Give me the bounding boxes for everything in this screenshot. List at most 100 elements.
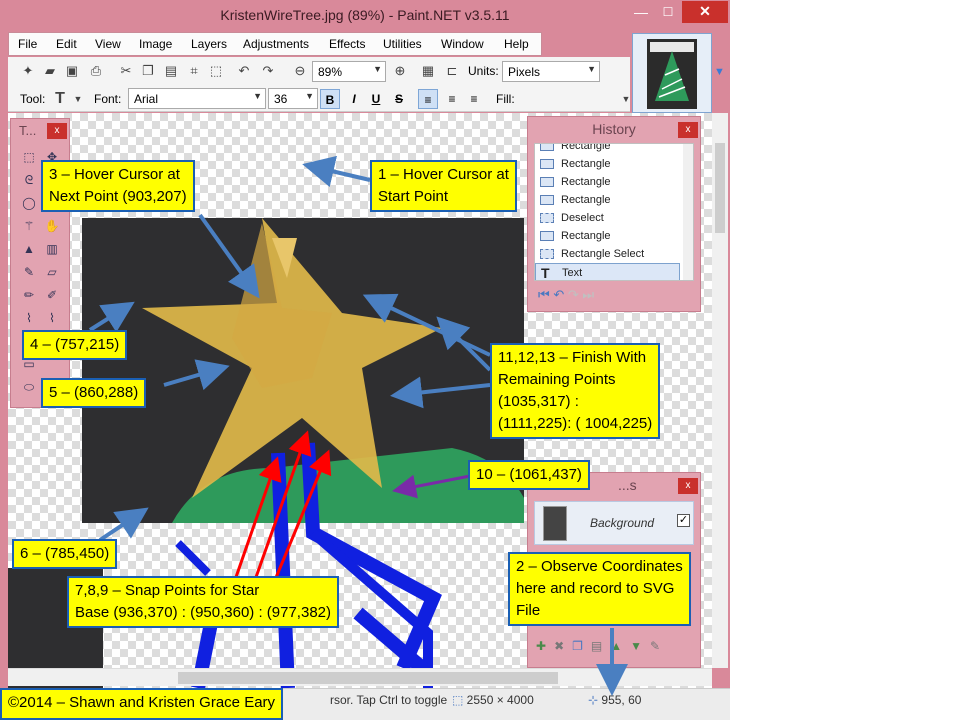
- history-item[interactable]: Rectangle: [535, 144, 680, 155]
- vertical-scroll-thumb[interactable]: [715, 143, 725, 233]
- gradient-icon[interactable]: ▥: [44, 241, 60, 257]
- align-center-icon[interactable]: ≡: [442, 89, 462, 109]
- menu-view[interactable]: View: [95, 37, 121, 51]
- horizontal-scrollbar[interactable]: [8, 668, 712, 686]
- history-item[interactable]: Rectangle: [535, 227, 680, 245]
- menu-layers[interactable]: Layers: [191, 37, 227, 51]
- layer-row[interactable]: Background ✓: [534, 501, 694, 545]
- menu-window[interactable]: Window: [441, 37, 484, 51]
- callout-steps-7-9: 7,8,9 – Snap Points for Star Base (936,3…: [67, 576, 339, 628]
- grid-icon[interactable]: ▦: [420, 63, 436, 79]
- history-item-label: Text: [562, 267, 583, 279]
- zoom-select[interactable]: 89% ▼: [312, 61, 386, 82]
- magic-wand-icon[interactable]: ⚚: [21, 218, 37, 234]
- paintbrush-icon[interactable]: ✎: [21, 264, 37, 280]
- color-picker-icon[interactable]: ⌇: [21, 310, 37, 326]
- undo-icon[interactable]: ↶: [236, 63, 252, 79]
- copy-icon[interactable]: ❐: [140, 63, 156, 79]
- menu-help[interactable]: Help: [504, 37, 529, 51]
- thumbnail-image: [647, 39, 697, 109]
- units-label: Units:: [468, 64, 499, 78]
- zoom-value: 89%: [318, 65, 343, 79]
- history-item[interactable]: Rectangle: [535, 155, 680, 173]
- move-up-icon[interactable]: ▲: [610, 639, 630, 653]
- menu-effects[interactable]: Effects: [329, 37, 365, 51]
- title-bar[interactable]: KristenWireTree.jpg (89%) - Paint.NET v3…: [0, 0, 730, 32]
- layer-visibility-checkbox[interactable]: ✓: [677, 514, 690, 527]
- crop-icon[interactable]: ⌗: [186, 63, 202, 79]
- copyright-notice: ©2014 – Shawn and Kristen Grace Eary: [0, 688, 284, 720]
- deselect-icon[interactable]: ⬚: [208, 63, 224, 79]
- menu-file[interactable]: File: [18, 37, 37, 51]
- paste-icon[interactable]: ▤: [163, 63, 179, 79]
- history-item-selected[interactable]: T Text: [535, 263, 680, 280]
- recolor-icon[interactable]: ⌇: [44, 310, 60, 326]
- chevron-down-icon[interactable]: ▼: [714, 66, 725, 78]
- history-item[interactable]: Rectangle: [535, 173, 680, 191]
- history-panel-close-button[interactable]: x: [678, 122, 698, 138]
- callout-step-1: 1 – Hover Cursor at Start Point: [370, 160, 517, 212]
- clone-stamp-icon[interactable]: ✐: [44, 287, 60, 303]
- bold-button[interactable]: B: [320, 89, 340, 109]
- text-tool-icon[interactable]: T: [52, 91, 68, 107]
- italic-button[interactable]: I: [344, 89, 364, 109]
- ruler-icon[interactable]: ⊏: [444, 63, 460, 79]
- add-layer-icon[interactable]: ✚: [536, 639, 554, 653]
- cut-icon[interactable]: ✂: [118, 63, 134, 79]
- redo-icon[interactable]: ↷: [568, 287, 579, 302]
- strikethrough-button[interactable]: S: [389, 89, 409, 109]
- vertical-scrollbar[interactable]: [712, 113, 728, 668]
- zoom-out-icon[interactable]: ⊖: [292, 63, 308, 79]
- lasso-icon[interactable]: ᘓ: [21, 172, 37, 188]
- horizontal-scroll-thumb[interactable]: [178, 672, 558, 684]
- delete-layer-icon[interactable]: ✖: [554, 639, 572, 653]
- font-select[interactable]: Arial ▼: [128, 88, 266, 109]
- align-left-icon[interactable]: ≡: [418, 89, 438, 109]
- maximize-button[interactable]: ☐: [655, 3, 681, 23]
- pencil-icon[interactable]: ✏: [21, 287, 37, 303]
- underline-button[interactable]: U: [366, 89, 386, 109]
- image-thumbnail-tab[interactable]: [632, 33, 712, 113]
- duplicate-layer-icon[interactable]: ❐: [572, 639, 591, 653]
- rectangle-icon: [540, 159, 554, 169]
- units-select[interactable]: Pixels ▼: [502, 61, 600, 82]
- move-down-icon[interactable]: ▼: [630, 639, 650, 653]
- print-icon[interactable]: ⎙: [88, 63, 104, 79]
- font-size-select[interactable]: 36 ▼: [268, 88, 318, 109]
- minimize-button[interactable]: —: [628, 3, 654, 23]
- zoom-in-icon[interactable]: ⊕: [392, 63, 408, 79]
- history-item[interactable]: Deselect: [535, 209, 680, 227]
- menu-image[interactable]: Image: [139, 37, 172, 51]
- history-item[interactable]: Rectangle: [535, 191, 680, 209]
- merge-layer-icon[interactable]: ▤: [591, 639, 610, 653]
- chevron-down-icon[interactable]: ▼: [70, 91, 86, 107]
- rectangle-select-icon[interactable]: ⬚: [21, 149, 37, 165]
- menu-adjustments[interactable]: Adjustments: [243, 37, 309, 51]
- new-file-icon[interactable]: ✦: [20, 63, 36, 79]
- ellipse-shape-icon[interactable]: ⬭: [21, 379, 37, 395]
- close-button[interactable]: ✕: [682, 1, 728, 23]
- history-scrollbar[interactable]: [683, 144, 693, 280]
- callout-step-3: 3 – Hover Cursor at Next Point (903,207): [41, 160, 195, 212]
- history-item-label: Rectangle: [561, 176, 611, 188]
- save-icon[interactable]: ▣: [64, 63, 80, 79]
- tools-panel-close-button[interactable]: x: [47, 123, 67, 139]
- undo-icon[interactable]: ↶: [553, 287, 564, 302]
- redo-icon[interactable]: ↷: [260, 63, 276, 79]
- history-item[interactable]: Rectangle Select: [535, 245, 680, 263]
- ellipse-select-icon[interactable]: ◯: [21, 195, 37, 211]
- fast-forward-icon[interactable]: ⏭: [582, 287, 594, 302]
- menu-edit[interactable]: Edit: [56, 37, 77, 51]
- chevron-down-icon: ▼: [587, 64, 596, 74]
- rewind-icon[interactable]: ⏮: [538, 287, 550, 302]
- layers-panel-close-button[interactable]: x: [678, 478, 698, 494]
- open-folder-icon[interactable]: ▰: [42, 63, 58, 79]
- menu-utilities[interactable]: Utilities: [383, 37, 422, 51]
- history-item-label: Rectangle: [561, 230, 611, 242]
- units-value: Pixels: [508, 65, 541, 79]
- layer-properties-icon[interactable]: ✎: [650, 639, 668, 653]
- align-right-icon[interactable]: ≡: [464, 89, 484, 109]
- paint-bucket-icon[interactable]: ▲: [21, 241, 37, 257]
- pan-icon[interactable]: ✋: [44, 218, 60, 234]
- eraser-icon[interactable]: ▱: [44, 264, 60, 280]
